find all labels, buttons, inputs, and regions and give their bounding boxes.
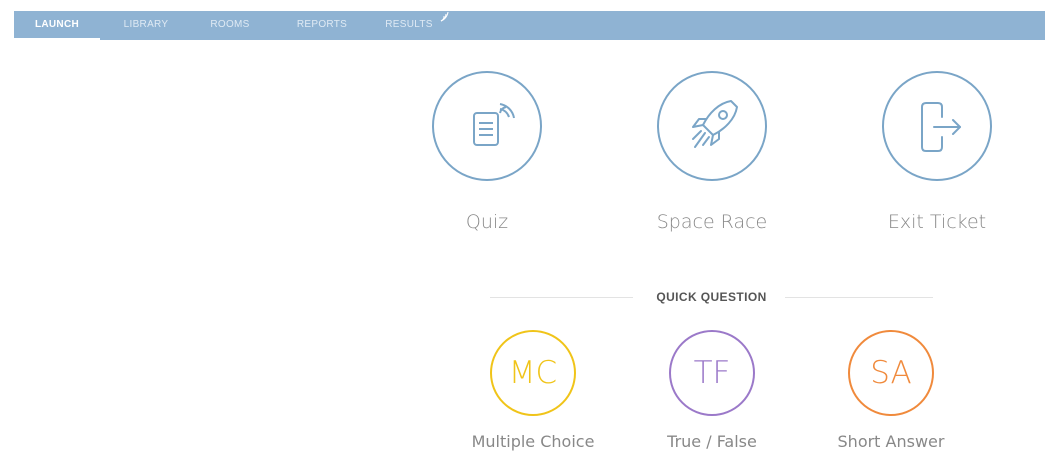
launch-quiz-button[interactable]: Quiz: [397, 71, 577, 233]
launch-label: Quiz: [465, 211, 509, 233]
true-false-button[interactable]: TF True / False: [637, 330, 787, 451]
tab-rooms[interactable]: ROOMS: [194, 11, 266, 40]
space-race-circle: [657, 71, 767, 181]
exit-ticket-circle: [882, 71, 992, 181]
quiz-icon: [473, 103, 515, 146]
tab-label: ROOMS: [210, 19, 250, 30]
multiple-choice-button[interactable]: MC Multiple Choice: [458, 330, 608, 451]
question-type-label: Multiple Choice: [471, 432, 595, 451]
quick-question-header: QUICK QUESTION: [490, 288, 933, 308]
tab-results[interactable]: RESULTS: [376, 11, 449, 40]
launch-space-race-button[interactable]: Space Race: [622, 71, 802, 233]
tab-library[interactable]: LIBRARY: [106, 11, 186, 40]
top-nav-bar: LAUNCH LIBRARY ROOMS REPORTS RESULTS: [14, 11, 1045, 40]
tab-label: RESULTS: [385, 19, 433, 30]
launch-exit-ticket-button[interactable]: Exit Ticket: [847, 71, 1027, 233]
launch-label: Space Race: [656, 211, 768, 233]
tab-launch[interactable]: LAUNCH: [14, 11, 100, 40]
sa-circle: SA: [848, 330, 934, 416]
short-answer-button[interactable]: SA Short Answer: [816, 330, 966, 451]
tab-reports[interactable]: REPORTS: [282, 11, 362, 40]
divider-right: [785, 297, 933, 298]
tab-label: REPORTS: [296, 19, 348, 30]
launch-label: Exit Ticket: [887, 211, 987, 233]
tab-label: LAUNCH: [34, 19, 80, 30]
tf-circle: TF: [669, 330, 755, 416]
tab-label: LIBRARY: [123, 19, 169, 30]
live-signal-icon: [440, 12, 449, 22]
quiz-circle: [432, 71, 542, 181]
mc-circle: MC: [490, 330, 576, 416]
rocket-icon: [692, 100, 738, 148]
question-type-label: Short Answer: [837, 432, 945, 451]
question-type-label: True / False: [667, 432, 757, 451]
exit-icon: [921, 102, 961, 152]
